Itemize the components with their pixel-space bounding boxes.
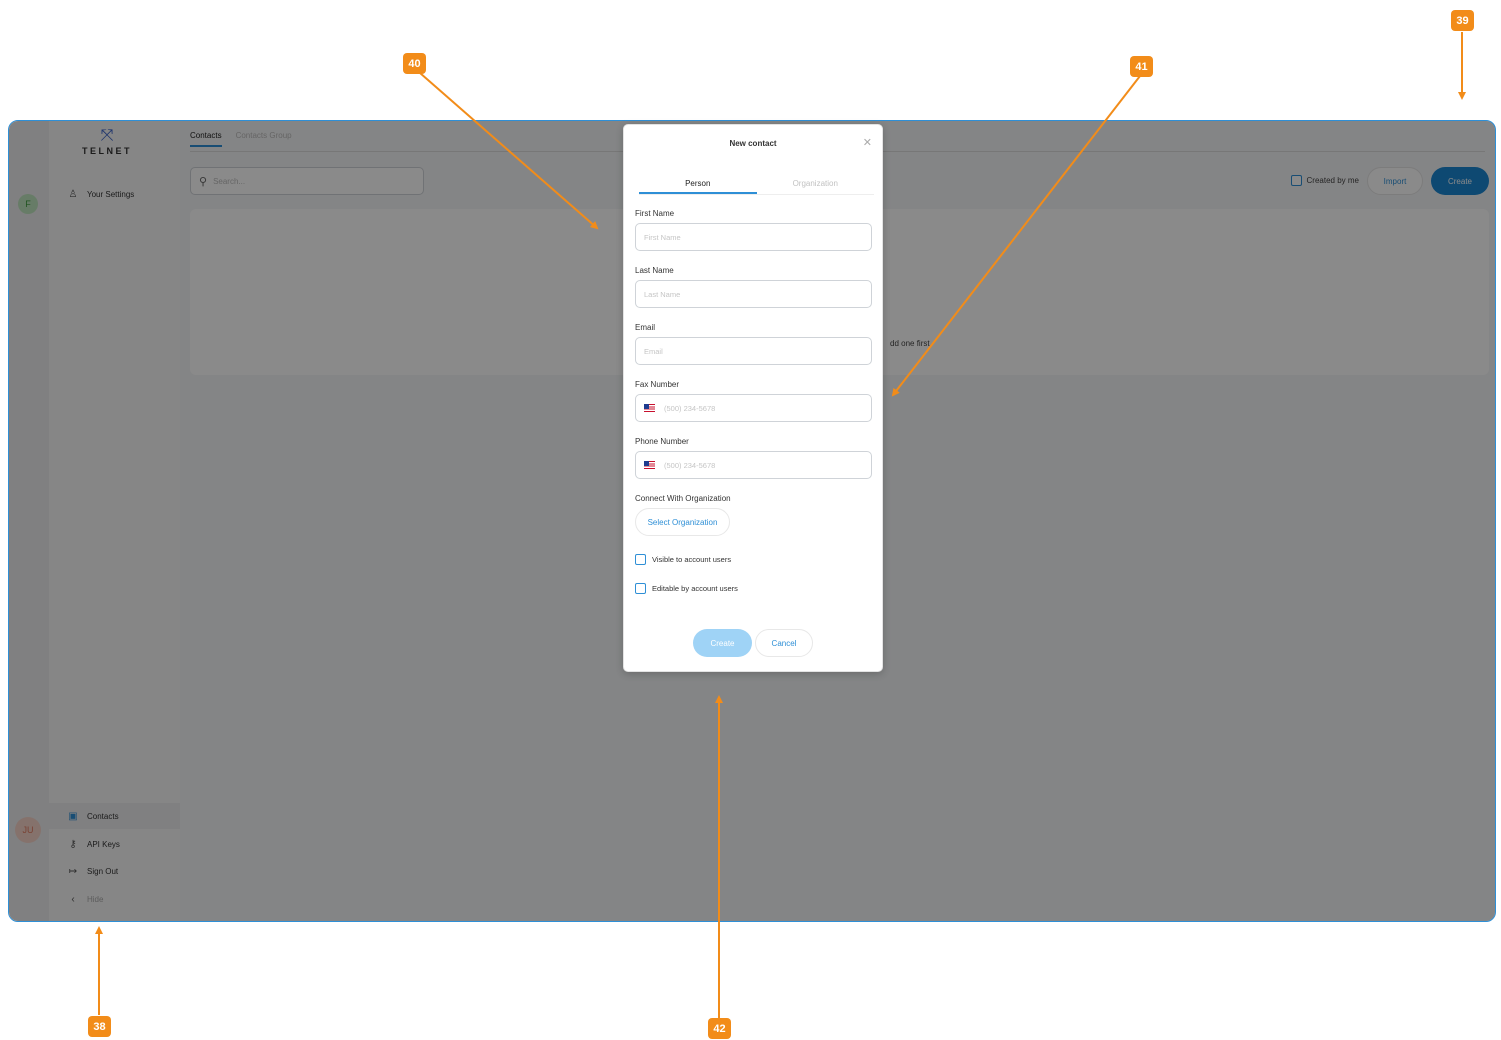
last-name-label: Last Name <box>635 266 674 275</box>
first-name-label: First Name <box>635 209 675 218</box>
fax-number-placeholder: (500) 234-5678 <box>664 403 716 413</box>
cancel-button[interactable]: Cancel <box>755 629 813 657</box>
visible-to-users-option[interactable]: Visible to account users <box>635 554 731 565</box>
email-label: Email <box>635 323 656 332</box>
annotation-badge-42: 42 <box>708 1018 731 1039</box>
email-placeholder: Email <box>644 346 663 356</box>
fax-number-label: Fax Number <box>635 380 680 389</box>
last-name-field[interactable]: Last Name <box>635 280 872 308</box>
contact-type-tabs: Person Organization <box>639 177 874 195</box>
fax-number-field[interactable]: (500) 234-5678 <box>635 394 872 422</box>
annotation-badge-40: 40 <box>403 53 426 74</box>
us-flag-icon[interactable] <box>644 404 655 412</box>
visible-to-users-label: Visible to account users <box>652 555 732 564</box>
phone-number-placeholder: (500) 234-5678 <box>664 460 716 470</box>
phone-number-field[interactable]: (500) 234-5678 <box>635 451 872 479</box>
tab-person[interactable]: Person <box>639 177 757 194</box>
select-organization-button[interactable]: Select Organization <box>635 508 730 536</box>
create-contact-button[interactable]: Create <box>693 629 752 657</box>
tab-organization[interactable]: Organization <box>757 177 875 194</box>
us-flag-icon[interactable] <box>644 461 655 469</box>
annotation-badge-39: 39 <box>1451 10 1474 31</box>
new-contact-dialog: New contact ✕ Person Organization First … <box>623 124 883 672</box>
visible-to-users-checkbox[interactable] <box>635 554 646 565</box>
annotation-badge-38: 38 <box>88 1016 111 1037</box>
first-name-placeholder: First Name <box>644 232 681 242</box>
first-name-field[interactable]: First Name <box>635 223 872 251</box>
editable-by-users-option[interactable]: Editable by account users <box>635 583 738 594</box>
close-icon[interactable]: ✕ <box>863 136 872 149</box>
phone-number-label: Phone Number <box>635 437 689 446</box>
connect-organization-label: Connect With Organization <box>635 494 731 503</box>
editable-by-users-label: Editable by account users <box>652 584 738 593</box>
email-field[interactable]: Email <box>635 337 872 365</box>
dialog-title: New contact <box>729 139 777 148</box>
last-name-placeholder: Last Name <box>644 289 681 299</box>
annotation-badge-41: 41 <box>1130 56 1153 77</box>
editable-by-users-checkbox[interactable] <box>635 583 646 594</box>
